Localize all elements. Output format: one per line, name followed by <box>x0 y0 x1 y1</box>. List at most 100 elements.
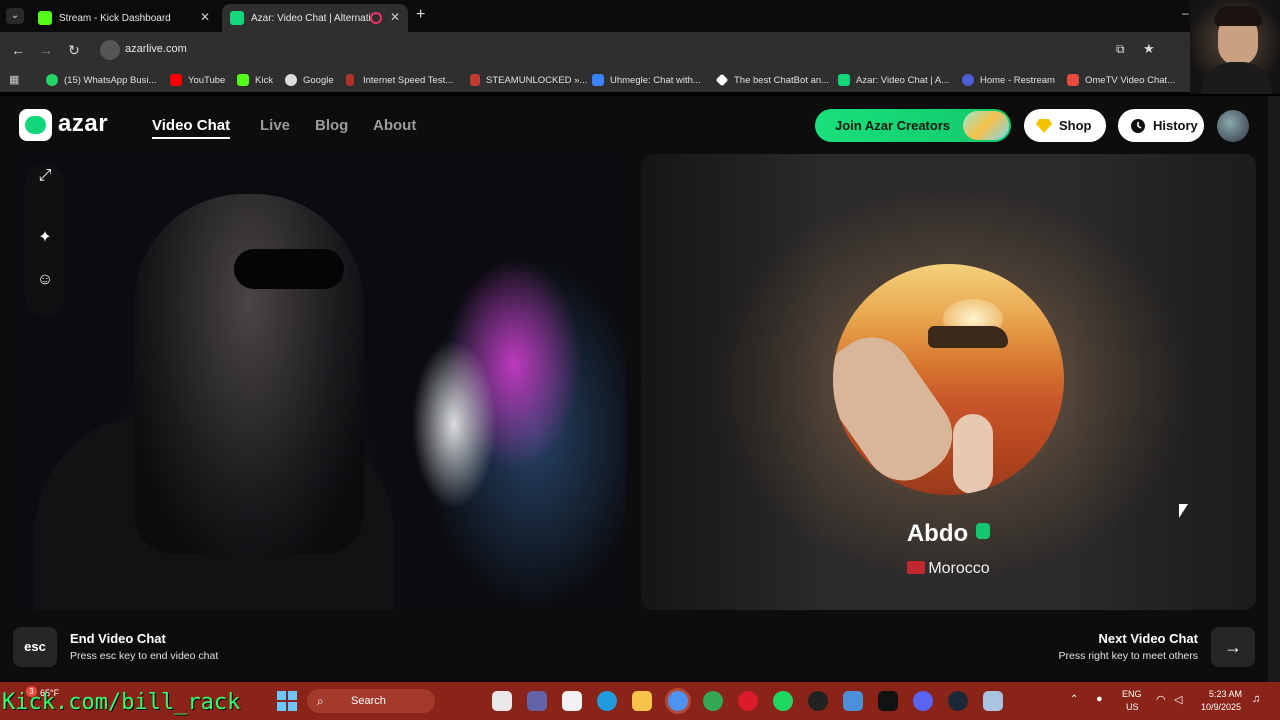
stream-watermark: Kick.com/bill_rack <box>2 690 241 715</box>
discord-icon[interactable] <box>913 691 933 711</box>
photo-hand <box>953 414 993 494</box>
wifi-icon[interactable]: ◠ <box>1156 693 1166 706</box>
tab-list-dropdown-icon[interactable]: ⌄ <box>6 8 24 24</box>
photos-icon[interactable] <box>983 691 1003 711</box>
teams-chat-icon[interactable] <box>527 691 547 711</box>
nav-live[interactable]: Live <box>260 117 290 134</box>
join-creators-button[interactable]: Join Azar Creators <box>815 109 1011 142</box>
mouse-cursor-icon <box>1179 504 1188 518</box>
verified-badge-icon <box>976 523 991 539</box>
bookmark-kick[interactable]: Kick <box>237 73 273 87</box>
end-chat-title: End Video Chat <box>70 631 166 646</box>
chrome-icon[interactable] <box>668 691 688 711</box>
back-button[interactable]: ← <box>8 40 28 60</box>
bookmark-steamunlocked[interactable]: STEAMUNLOCKED »... <box>470 73 587 87</box>
effects-sparkle-icon[interactable]: ✦ <box>33 226 57 250</box>
bookmark-ometv[interactable]: OmeTV Video Chat... <box>1067 73 1175 87</box>
bookmark-google[interactable]: Google <box>285 73 334 87</box>
language-top[interactable]: ENG <box>1122 689 1142 699</box>
close-icon[interactable]: ✕ <box>390 10 400 24</box>
search-label: Search <box>351 695 386 707</box>
uhmegle-icon <box>592 74 604 86</box>
clock-date[interactable]: 10/9/2025 <box>1201 702 1241 712</box>
streamer-hair <box>1214 6 1262 26</box>
user-avatar[interactable] <box>1217 110 1249 142</box>
nav-blog[interactable]: Blog <box>315 117 348 134</box>
taskbar-search[interactable]: ⌕ Search <box>307 689 435 713</box>
bookmark-whatsapp[interactable]: (15) WhatsApp Busi... <box>46 73 156 87</box>
bookmark-uhmegle[interactable]: Uhmegle: Chat with... <box>592 73 701 87</box>
terminal-icon[interactable] <box>878 691 898 711</box>
end-chat-esc-button[interactable]: esc <box>13 627 57 667</box>
tab-title: Azar: Video Chat | Alternati <box>251 12 371 24</box>
spotify-icon[interactable] <box>773 691 793 711</box>
forward-button[interactable]: → <box>36 40 56 60</box>
search-icon: ⌕ <box>317 694 324 708</box>
remote-user-country: Morocco <box>928 560 990 577</box>
local-video-feed <box>14 154 626 610</box>
language-bottom[interactable]: US <box>1126 702 1139 712</box>
chatbot-icon <box>715 73 729 87</box>
remote-video-feed: Abdo Morocco <box>641 154 1256 610</box>
remote-user-profile-photo <box>833 264 1064 495</box>
photo-lamp <box>928 326 1008 348</box>
streamer-body <box>1202 62 1272 94</box>
local-user-sunglasses <box>234 249 344 289</box>
next-chat-title: Next Video Chat <box>1098 631 1198 646</box>
task-view-icon[interactable] <box>492 691 512 711</box>
next-chat-arrow-button[interactable]: → <box>1211 627 1255 667</box>
azar-icon <box>230 11 244 25</box>
site-info-icon[interactable] <box>100 40 120 60</box>
page-scrollbar[interactable] <box>1268 96 1280 682</box>
close-icon[interactable]: ✕ <box>200 10 210 24</box>
store-icon[interactable] <box>562 691 582 711</box>
windows-start-icon[interactable] <box>277 691 297 711</box>
notification-bell-icon[interactable]: ♫ <box>1252 693 1260 705</box>
minimize-button[interactable]: – <box>1182 6 1189 20</box>
remote-user-name-row: Abdo <box>641 520 1256 548</box>
tray-overflow-chevron-icon[interactable]: ⌃ <box>1070 694 1078 705</box>
file-explorer-icon[interactable] <box>632 691 652 711</box>
bookmark-restream[interactable]: Home - Restream <box>962 73 1055 87</box>
logo-text[interactable]: azar <box>58 110 108 138</box>
chrome-profile-icon[interactable] <box>703 691 723 711</box>
expand-icon[interactable]: ⤢ <box>33 164 57 188</box>
shop-button[interactable]: Shop <box>1024 109 1106 142</box>
bookmark-youtube[interactable]: YouTube <box>170 73 225 87</box>
nav-video-chat[interactable]: Video Chat <box>152 117 231 139</box>
face-filter-icon[interactable]: ☺ <box>33 268 57 292</box>
morocco-flag-icon <box>907 561 926 574</box>
shop-label: Shop <box>1059 118 1092 133</box>
clock-time[interactable]: 5:23 AM <box>1209 689 1242 699</box>
browser-tab-strip: ⌄ Stream - Kick Dashboard ✕ Azar: Video … <box>0 0 1280 32</box>
nav-about[interactable]: About <box>373 117 416 134</box>
edge-icon[interactable] <box>597 691 617 711</box>
speedtest-icon <box>346 74 354 86</box>
steam-icon[interactable] <box>948 691 968 711</box>
creators-art-icon <box>963 111 1009 140</box>
bookmark-chatbot[interactable]: The best ChatBot an... <box>715 73 829 87</box>
volume-icon[interactable]: ◁ <box>1174 693 1182 706</box>
gem-icon <box>1036 118 1052 133</box>
bookmark-speedtest[interactable]: Internet Speed Test... <box>346 73 453 87</box>
cast-icon[interactable]: ⧉ <box>1116 42 1125 57</box>
azar-logo-icon[interactable] <box>19 109 52 141</box>
address-bar[interactable]: azarlive.com ⧉ ★ <box>98 38 1178 62</box>
history-button[interactable]: History <box>1118 109 1204 142</box>
network-app-icon[interactable] <box>843 691 863 711</box>
obs-icon[interactable] <box>808 691 828 711</box>
streamer-webcam-overlay <box>1190 0 1280 94</box>
tab-azar[interactable]: Azar: Video Chat | Alternati ✕ <box>222 4 408 32</box>
bookmark-star-icon[interactable]: ★ <box>1143 41 1155 57</box>
tab-title: Stream - Kick Dashboard <box>59 12 171 24</box>
tab-kick-dashboard[interactable]: Stream - Kick Dashboard ✕ <box>30 4 218 32</box>
next-chat-hint: Press right key to meet others <box>1058 650 1198 662</box>
reload-button[interactable]: ↻ <box>64 40 84 60</box>
apps-grid-icon[interactable]: ▦ <box>9 73 19 86</box>
join-creators-label: Join Azar Creators <box>835 118 951 133</box>
new-tab-button[interactable]: + <box>416 6 425 24</box>
opera-icon[interactable] <box>738 691 758 711</box>
bookmark-azar[interactable]: Azar: Video Chat | A... <box>838 73 949 87</box>
url-text: azarlive.com <box>125 43 187 55</box>
microphone-icon[interactable]: ● <box>1096 693 1103 705</box>
